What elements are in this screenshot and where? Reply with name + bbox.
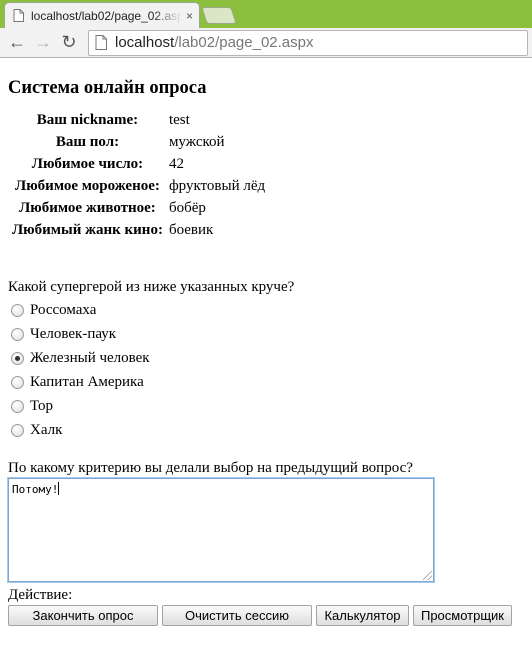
- textarea-value: Потому!: [12, 483, 59, 496]
- option-label[interactable]: Капитан Америка: [30, 374, 144, 391]
- superhero-question: Какой супергерой из ниже указанных круче…: [8, 279, 295, 295]
- action-label: Действие:: [8, 587, 73, 603]
- action-buttons: Закончить опрос Очистить сессию Калькуля…: [8, 605, 524, 626]
- info-label: Любимое мороженое:: [15, 177, 160, 194]
- option-row[interactable]: Россомаха: [11, 298, 524, 322]
- info-value: боевик: [168, 221, 214, 238]
- table-row: Любимое число: 42: [10, 153, 267, 175]
- option-row[interactable]: Тор: [11, 394, 524, 418]
- page-icon: [11, 9, 25, 23]
- superhero-options: Россомаха Человек-паук Железный человек …: [8, 298, 524, 442]
- browser-tab[interactable]: localhost/lab02/page_02.aspx ×: [4, 2, 200, 28]
- info-value: 42: [168, 155, 184, 172]
- info-value: фруктовый лёд: [168, 177, 266, 194]
- table-row: Любимое мороженое: фруктовый лёд: [10, 175, 267, 197]
- browser-toolbar: ← → ↻ localhost/lab02/page_02.aspx: [0, 28, 532, 58]
- new-tab-button[interactable]: [201, 7, 237, 24]
- finish-survey-button[interactable]: Закончить опрос: [8, 605, 158, 626]
- viewer-button[interactable]: Просмотрщик: [413, 605, 512, 626]
- radio-button-selected[interactable]: [11, 351, 24, 365]
- radio-button[interactable]: [11, 327, 24, 341]
- radio-button[interactable]: [11, 399, 24, 413]
- url-path: /lab02/page_02.aspx: [174, 34, 314, 51]
- page-content: Система онлайн опроса Ваш nickname: test…: [0, 78, 532, 626]
- tab-title: localhost/lab02/page_02.aspx: [31, 8, 182, 23]
- table-row: Любимое животное: бобёр: [10, 197, 267, 219]
- info-label: Ваш пол:: [55, 133, 120, 150]
- option-label[interactable]: Железный человек: [30, 350, 150, 367]
- profile-table: Ваш nickname: test Ваш пол: мужской Люби…: [10, 109, 267, 241]
- url-host: localhost: [115, 34, 175, 51]
- option-label[interactable]: Человек-паук: [30, 326, 116, 343]
- radio-button[interactable]: [11, 423, 24, 437]
- radio-button[interactable]: [11, 375, 24, 389]
- criteria-question: По какому критерию вы делали выбор на пр…: [8, 460, 413, 476]
- table-row: Ваш nickname: test: [10, 109, 267, 131]
- page-icon: [95, 35, 107, 50]
- option-row[interactable]: Капитан Америка: [11, 370, 524, 394]
- info-label: Любимый жанк кино:: [12, 221, 163, 238]
- table-row: Ваш пол: мужской: [10, 131, 267, 153]
- table-row: Любимый жанк кино: боевик: [10, 219, 267, 241]
- info-label: Ваш nickname:: [36, 111, 139, 128]
- option-row[interactable]: Железный человек: [11, 346, 524, 370]
- option-label[interactable]: Халк: [30, 422, 62, 439]
- forward-icon[interactable]: →: [30, 31, 56, 55]
- reload-icon[interactable]: ↻: [56, 31, 82, 55]
- radio-button[interactable]: [11, 303, 24, 317]
- info-label: Любимое число:: [31, 155, 144, 172]
- tab-strip: localhost/lab02/page_02.aspx ×: [0, 0, 532, 28]
- info-value: мужской: [168, 133, 225, 150]
- clear-session-button[interactable]: Очистить сессию: [162, 605, 312, 626]
- close-tab-icon[interactable]: ×: [186, 9, 193, 23]
- info-label: Любимое животное:: [19, 199, 156, 216]
- calculator-button[interactable]: Калькулятор: [316, 605, 409, 626]
- info-value: бобёр: [168, 199, 206, 216]
- page-title: Система онлайн опроса: [8, 78, 207, 98]
- back-icon[interactable]: ←: [4, 31, 30, 55]
- text-caret: [58, 482, 60, 495]
- option-row[interactable]: Халк: [11, 418, 524, 442]
- criteria-textarea[interactable]: Потому!: [7, 477, 435, 583]
- option-row[interactable]: Человек-паук: [11, 322, 524, 346]
- address-bar[interactable]: localhost/lab02/page_02.aspx: [88, 29, 528, 56]
- resize-handle[interactable]: [423, 571, 432, 580]
- option-label[interactable]: Россомаха: [30, 302, 96, 319]
- info-value: test: [168, 111, 190, 128]
- option-label[interactable]: Тор: [30, 398, 53, 415]
